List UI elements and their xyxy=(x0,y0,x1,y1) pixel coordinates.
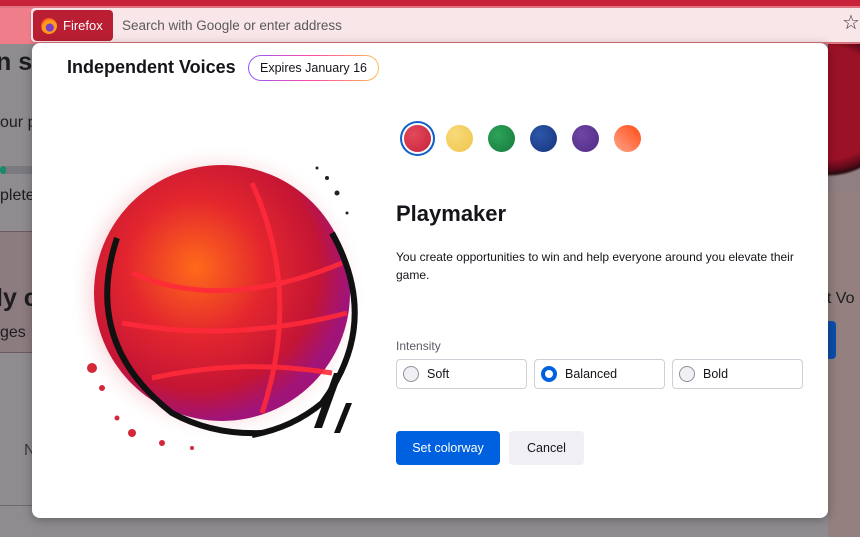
background-text-2: ges xyxy=(0,324,26,341)
intensity-soft-label: Soft xyxy=(427,367,450,381)
basketball-illustration-icon xyxy=(67,143,367,450)
intensity-option-balanced[interactable]: Balanced xyxy=(534,359,665,389)
cancel-button[interactable]: Cancel xyxy=(509,431,584,465)
expires-badge: Expires January 16 xyxy=(248,55,379,81)
background-colorway-image xyxy=(828,44,860,192)
background-text: our p xyxy=(0,114,37,131)
swatch-green[interactable] xyxy=(480,121,522,155)
swatch-orange-circle[interactable] xyxy=(613,124,641,152)
swatch-blue-circle[interactable] xyxy=(529,124,557,152)
radio-balanced[interactable] xyxy=(541,366,557,382)
url-input[interactable]: Search with Google or enter address xyxy=(122,18,342,33)
swatch-yellow[interactable] xyxy=(438,121,480,155)
intensity-label: Intensity xyxy=(396,339,441,353)
identity-label: Firefox xyxy=(63,18,103,33)
swatch-green-circle[interactable] xyxy=(487,124,515,152)
intensity-bold-label: Bold xyxy=(703,367,729,381)
intensity-option-soft[interactable]: Soft xyxy=(396,359,527,389)
swatch-orange[interactable] xyxy=(606,121,648,155)
swatch-purple[interactable] xyxy=(564,121,606,155)
colorway-swatches xyxy=(396,121,648,155)
swatch-blue[interactable] xyxy=(522,121,564,155)
swatch-red-circle[interactable] xyxy=(403,124,431,152)
dialog-title: Independent Voices xyxy=(67,57,236,77)
background-progress-fill xyxy=(0,166,6,174)
bookmark-star-icon[interactable]: ☆ xyxy=(842,13,860,33)
radio-soft[interactable] xyxy=(403,366,419,382)
swatch-red[interactable] xyxy=(396,121,438,155)
radio-bold[interactable] xyxy=(679,366,695,382)
intensity-radio-group: Soft Balanced Bold xyxy=(396,359,803,389)
background-progress-text: plete xyxy=(0,187,35,204)
colorway-description: You create opportunities to win and help… xyxy=(396,250,794,282)
colorway-dialog: Independent Voices Expires January 16 Pl… xyxy=(32,43,828,518)
colorway-name: Playmaker xyxy=(396,201,507,226)
swatch-purple-circle[interactable] xyxy=(571,124,599,152)
intensity-balanced-label: Balanced xyxy=(565,367,618,381)
identity-button[interactable]: Firefox xyxy=(33,10,113,41)
set-colorway-button[interactable]: Set colorway xyxy=(396,431,500,465)
background-right-area xyxy=(828,192,860,537)
intensity-option-bold[interactable]: Bold xyxy=(672,359,803,389)
firefox-logo-icon xyxy=(41,17,57,34)
ball-stroke-2 xyxy=(334,403,352,433)
swatch-yellow-circle[interactable] xyxy=(445,124,473,152)
